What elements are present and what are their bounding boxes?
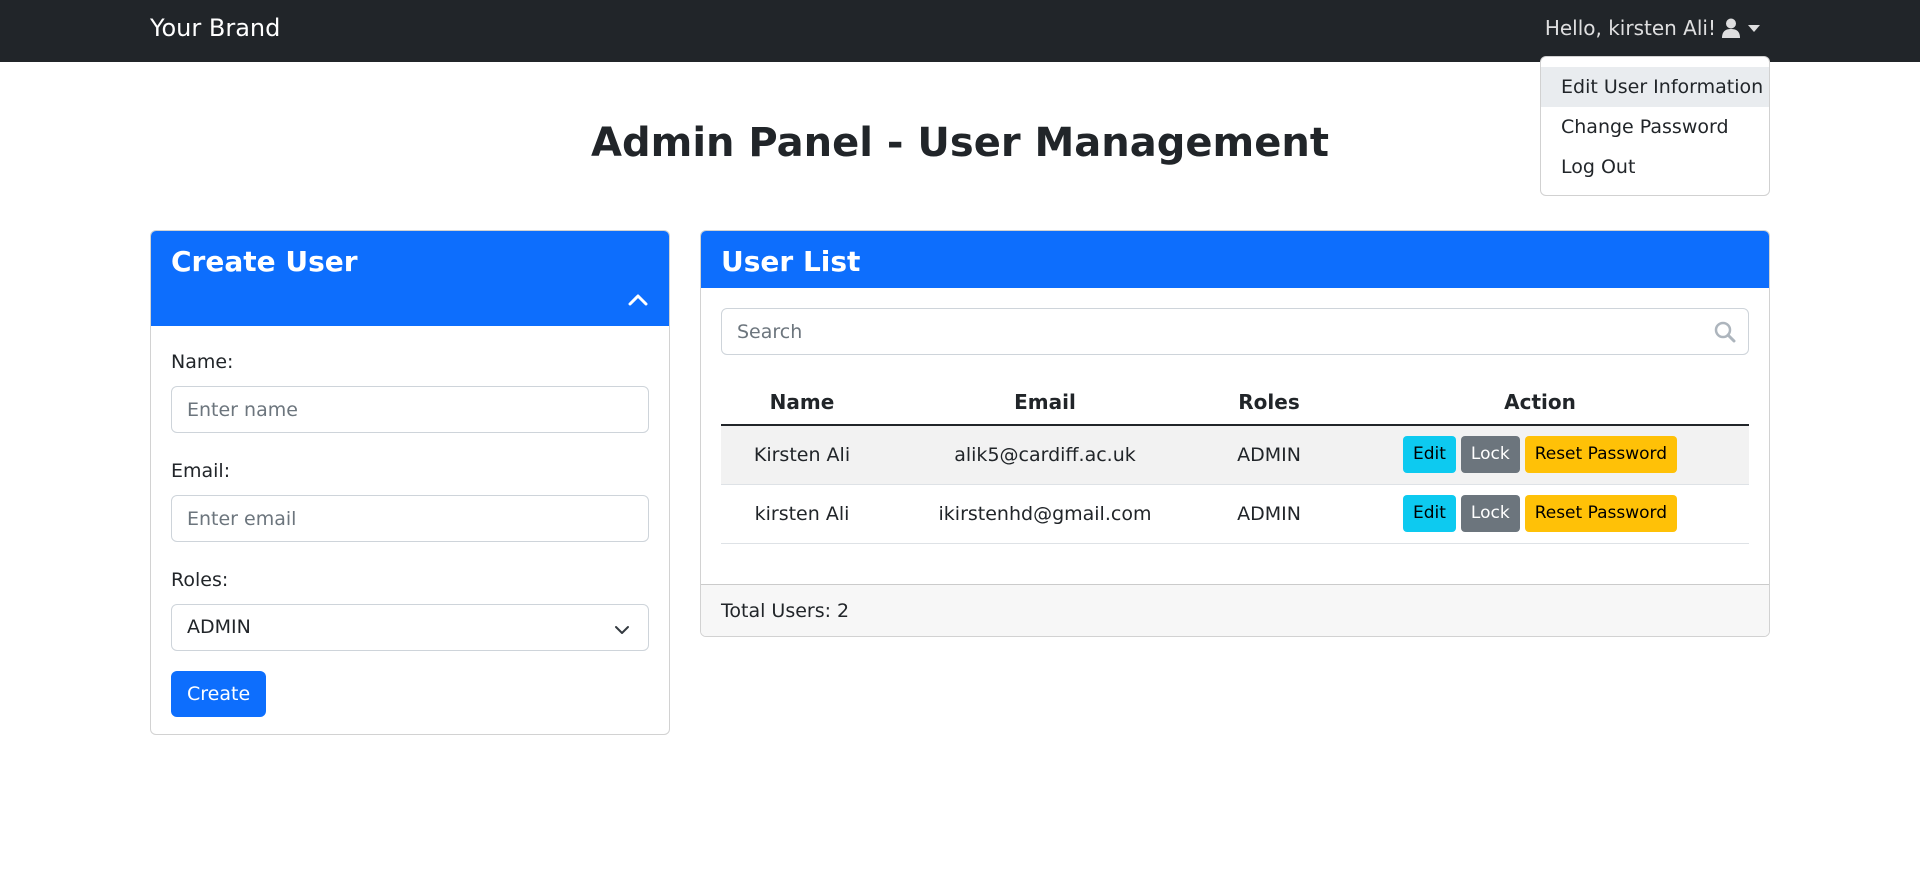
table-row: Kirsten Ali alik5@cardiff.ac.uk ADMIN Ed…: [721, 425, 1749, 485]
reset-password-button[interactable]: Reset Password: [1524, 495, 1677, 532]
user-menu-toggle[interactable]: Hello, kirsten Ali!: [1545, 0, 1760, 56]
user-name-cell: Kirsten Ali: [721, 425, 883, 485]
chevron-down-icon: [614, 619, 630, 643]
greeting-text: Hello, kirsten Ali!: [1544, 16, 1716, 40]
column-header-email: Email: [883, 380, 1207, 426]
create-button[interactable]: Create: [171, 671, 267, 717]
name-label: Name:: [171, 351, 234, 373]
roles-selected-value: ADMIN: [187, 616, 251, 638]
column-header-name: Name: [721, 380, 883, 426]
total-users-footer: Total Users: 2: [701, 584, 1769, 636]
user-list-body: Name Email Roles Action Kirsten Ali alik…: [701, 288, 1769, 544]
edit-button[interactable]: Edit: [1403, 495, 1456, 532]
create-user-header: Create User: [151, 231, 669, 326]
menu-item-log-out[interactable]: Log Out: [1541, 147, 1769, 187]
user-dropdown-menu: Edit User Information Change Password Lo…: [1540, 56, 1770, 196]
menu-item-change-password[interactable]: Change Password: [1541, 107, 1769, 147]
lock-button[interactable]: Lock: [1460, 495, 1520, 532]
user-actions-cell: Edit Lock Reset Password: [1331, 484, 1749, 544]
search-icon[interactable]: [1714, 321, 1736, 348]
search-field: [721, 308, 1749, 355]
table-row: kirsten Ali ikirstenhd@gmail.com ADMIN E…: [721, 484, 1749, 544]
roles-label: Roles:: [171, 569, 229, 591]
name-input[interactable]: [171, 386, 649, 433]
caret-down-icon: [1748, 24, 1760, 32]
user-list-card: User List Name Email Roles Action: [700, 230, 1770, 637]
menu-item-edit-user-information[interactable]: Edit User Information: [1541, 67, 1769, 107]
edit-button[interactable]: Edit: [1403, 436, 1456, 474]
user-email-cell: ikirstenhd@gmail.com: [883, 484, 1207, 544]
lock-button[interactable]: Lock: [1460, 436, 1520, 474]
table-header-row: Name Email Roles Action: [721, 380, 1749, 426]
top-navbar: Your Brand Hello, kirsten Ali!: [0, 0, 1920, 62]
reset-password-button[interactable]: Reset Password: [1524, 436, 1677, 474]
user-roles-cell: ADMIN: [1207, 425, 1331, 485]
user-name-cell: kirsten Ali: [721, 484, 883, 544]
user-icon: [1722, 18, 1740, 38]
email-label: Email:: [171, 460, 231, 482]
roles-select[interactable]: ADMIN: [171, 604, 649, 651]
search-input[interactable]: [722, 309, 1702, 354]
user-list-title: User List: [721, 245, 861, 278]
create-user-title: Create User: [171, 245, 358, 278]
user-table: Name Email Roles Action Kirsten Ali alik…: [721, 380, 1749, 544]
column-header-roles: Roles: [1207, 380, 1331, 426]
create-user-card: Create User Name: Email: Roles: ADMIN Cr…: [150, 230, 670, 735]
user-email-cell: alik5@cardiff.ac.uk: [883, 425, 1207, 485]
column-header-action: Action: [1331, 380, 1749, 426]
user-list-header: User List: [701, 231, 1769, 288]
create-user-form: Name: Email: Roles: ADMIN Create: [151, 326, 669, 734]
user-roles-cell: ADMIN: [1207, 484, 1331, 544]
user-actions-cell: Edit Lock Reset Password: [1331, 425, 1749, 485]
email-input[interactable]: [171, 495, 649, 542]
brand-link[interactable]: Your Brand: [150, 0, 280, 56]
chevron-up-icon[interactable]: [625, 289, 651, 309]
